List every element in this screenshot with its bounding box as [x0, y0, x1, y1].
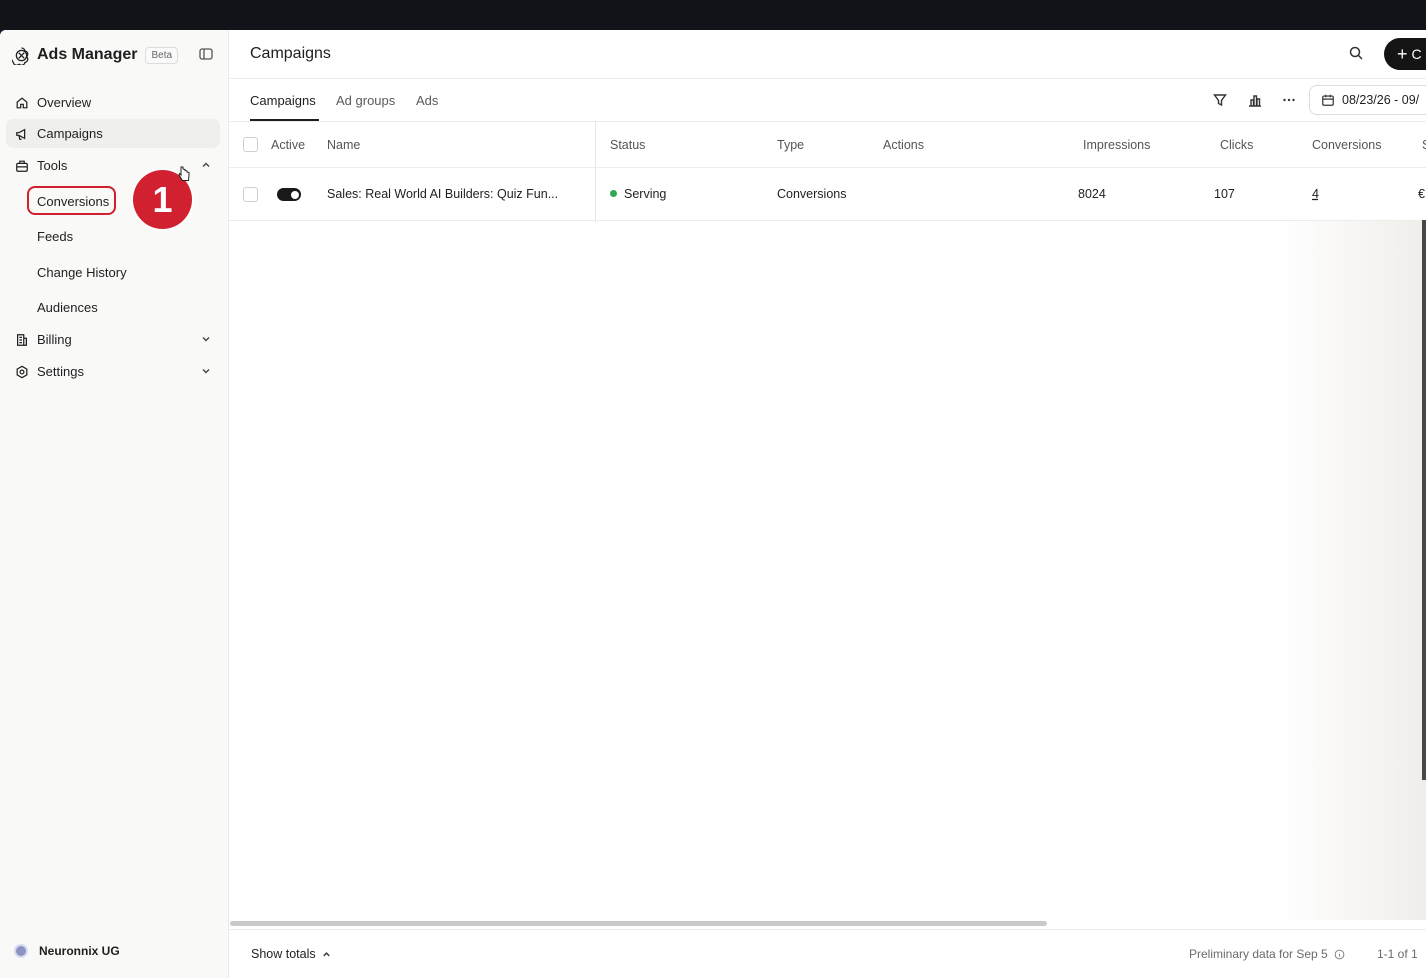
sidebar-item-overview[interactable]: Overview	[6, 88, 220, 117]
column-header-clicks[interactable]: Clicks	[1220, 138, 1253, 152]
sidebar-item-settings[interactable]: Settings	[6, 357, 220, 386]
header-row-divider	[229, 167, 1426, 168]
active-toggle[interactable]	[277, 188, 301, 201]
spend-cell: €	[1418, 187, 1425, 201]
search-icon[interactable]	[1348, 45, 1364, 61]
sidebar-item-campaigns[interactable]: Campaigns	[6, 119, 220, 148]
chevron-up-icon	[322, 951, 330, 956]
show-totals-label: Show totals	[251, 947, 316, 961]
openai-logo-icon	[12, 46, 29, 65]
status-text: Serving	[624, 187, 667, 201]
column-header-spend[interactable]: S	[1422, 138, 1426, 152]
row-checkbox[interactable]	[243, 187, 258, 202]
highlight-box	[27, 186, 116, 215]
header-divider	[229, 78, 1426, 79]
tab-ad-groups[interactable]: Ad groups	[336, 93, 395, 108]
sidebar-item-label: Campaigns	[37, 126, 103, 141]
date-range-value: 08/23/26 - 09/	[1342, 93, 1420, 107]
chevron-down-icon	[202, 337, 210, 342]
tabs-divider	[229, 121, 1426, 122]
campaign-name-link[interactable]: Sales: Real World AI Builders: Quiz Fun.…	[327, 187, 558, 201]
pagination-info: 1-1 of 1	[1377, 947, 1418, 961]
column-header-actions[interactable]: Actions	[883, 138, 924, 152]
status-cell: Serving	[610, 187, 666, 201]
bar-chart-icon[interactable]	[1247, 92, 1263, 108]
home-icon	[16, 96, 28, 108]
filter-icon[interactable]	[1212, 92, 1228, 108]
footer-divider	[229, 929, 1426, 930]
sidebar-item-billing[interactable]: Billing	[6, 325, 220, 354]
sidebar-item-label: Settings	[37, 364, 84, 379]
column-header-name[interactable]: Name	[327, 138, 360, 152]
side-panel-edge	[1422, 220, 1426, 780]
window-top-bar	[0, 0, 1426, 30]
sidebar-item-label: Tools	[37, 158, 68, 173]
sidebar-item-label: Billing	[37, 332, 72, 347]
plus-icon: +	[1397, 44, 1408, 64]
column-header-impressions[interactable]: Impressions	[1083, 138, 1150, 152]
preliminary-data-note: Preliminary data for Sep 5	[1189, 947, 1345, 961]
page-title: Campaigns	[250, 45, 331, 62]
conversions-cell[interactable]: 4	[1312, 187, 1319, 201]
brand[interactable]: Ads Manager Beta	[12, 44, 179, 66]
beta-badge: Beta	[145, 46, 179, 64]
row-divider	[229, 220, 1426, 221]
clicks-cell: 107	[1214, 187, 1235, 201]
type-cell: Conversions	[777, 187, 847, 201]
sidebar-item-label: Overview	[37, 95, 92, 110]
tab-campaigns[interactable]: Campaigns	[250, 93, 316, 108]
show-totals-button[interactable]: Show totals	[251, 947, 332, 961]
column-header-type[interactable]: Type	[777, 138, 804, 152]
date-range-picker[interactable]: 08/23/26 - 09/	[1309, 85, 1426, 115]
gear-icon	[16, 365, 28, 378]
tab-ads[interactable]: Ads	[416, 93, 438, 108]
hand-cursor-icon	[178, 166, 190, 181]
collapse-sidebar-icon[interactable]	[198, 46, 214, 62]
column-divider	[595, 122, 596, 222]
receipt-icon	[17, 333, 27, 346]
main-content: Campaigns + C Campaigns Ad groups Ads 08…	[229, 30, 1426, 978]
preliminary-text: Preliminary data for Sep 5	[1189, 947, 1328, 961]
org-name: Neuronnix UG	[39, 944, 120, 958]
calendar-icon	[1322, 94, 1334, 106]
chevron-up-icon	[202, 162, 210, 167]
app-window: Ads Manager Beta Overview Campaigns Tool…	[0, 30, 1426, 978]
right-shadow-overlay	[1279, 220, 1426, 920]
megaphone-icon	[16, 128, 26, 140]
sidebar-item-feeds[interactable]: Feeds	[37, 229, 73, 244]
status-dot-icon	[610, 190, 617, 197]
impressions-cell: 8024	[1078, 187, 1106, 201]
create-campaign-button[interactable]: + C	[1384, 38, 1426, 70]
toolbox-icon	[16, 160, 28, 172]
organization-switcher[interactable]: Neuronnix UG	[14, 944, 120, 958]
sidebar-item-audiences[interactable]: Audiences	[37, 300, 98, 315]
column-header-status[interactable]: Status	[610, 138, 645, 152]
create-button-label: C	[1411, 46, 1422, 62]
org-avatar	[14, 944, 28, 958]
sidebar: Ads Manager Beta Overview Campaigns Tool…	[0, 30, 229, 978]
toggle-knob	[291, 190, 299, 199]
sidebar-item-change-history[interactable]: Change History	[37, 265, 127, 280]
chevron-down-icon	[202, 369, 210, 374]
more-options-icon[interactable]	[1281, 92, 1297, 108]
brand-title: Ads Manager	[37, 46, 138, 63]
info-icon[interactable]	[1334, 949, 1345, 960]
column-header-conversions[interactable]: Conversions	[1312, 138, 1381, 152]
horizontal-scrollbar[interactable]	[230, 921, 1047, 926]
column-header-active[interactable]: Active	[271, 138, 305, 152]
select-all-checkbox[interactable]	[243, 137, 258, 152]
